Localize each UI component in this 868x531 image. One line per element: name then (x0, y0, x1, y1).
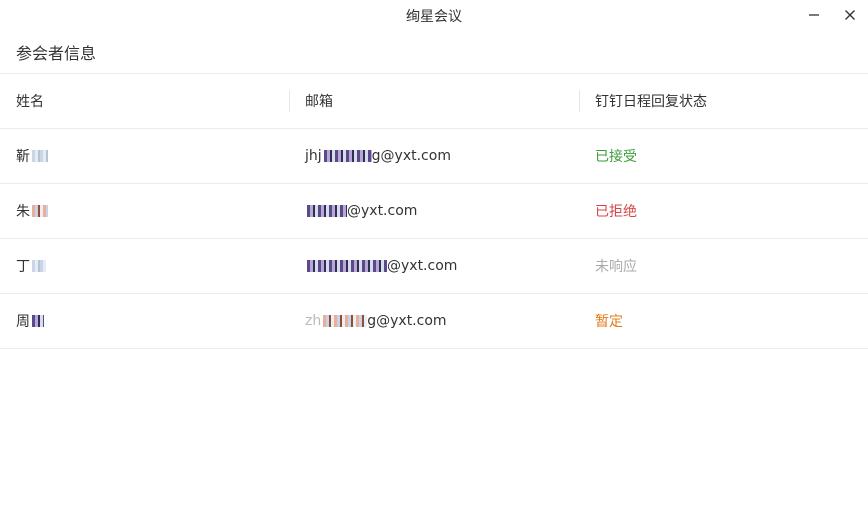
table-header: 姓名 邮箱 钉钉日程回复状态 (0, 73, 868, 129)
rsvp-status: 已接受 (595, 149, 637, 165)
rsvp-status: 暂定 (595, 314, 623, 330)
close-icon (844, 6, 856, 25)
rsvp-status: 未响应 (595, 259, 637, 275)
participant-email: @yxt.com (305, 184, 575, 238)
participant-email: jhj g@yxt.com (305, 148, 451, 164)
participants-table: 姓名 邮箱 钉钉日程回复状态 靳 jhj g@yxt.com 已接受 朱 @yxt… (0, 73, 868, 349)
participant-name: 丁 (16, 239, 286, 293)
section-title: 参会者信息 (16, 44, 97, 63)
minimize-icon (808, 6, 820, 25)
minimize-button[interactable] (803, 4, 825, 26)
column-separator (289, 90, 290, 112)
table-row[interactable]: 朱 @yxt.com 已拒绝 (0, 184, 868, 239)
redacted-text (323, 150, 372, 162)
column-header-status[interactable]: 钉钉日程回复状态 (595, 73, 855, 128)
table-row[interactable]: 丁 @yxt.com 未响应 (0, 239, 868, 294)
column-separator (579, 90, 580, 112)
participant-name: 周 (16, 294, 286, 348)
participant-email: @yxt.com (305, 239, 575, 293)
participant-name: 靳 (16, 129, 286, 183)
participant-email: zh g@yxt.com (305, 313, 447, 329)
redacted-text (32, 205, 48, 217)
participant-name: 朱 (16, 184, 286, 238)
table-row[interactable]: 周 zh g@yxt.com 暂定 (0, 294, 868, 349)
column-header-email[interactable]: 邮箱 (305, 73, 575, 128)
table-row[interactable]: 靳 jhj g@yxt.com 已接受 (0, 129, 868, 184)
rsvp-status: 已拒绝 (595, 204, 637, 220)
redacted-text (307, 205, 347, 217)
redacted-text (307, 260, 387, 272)
column-header-name[interactable]: 姓名 (16, 73, 286, 128)
redacted-text (323, 315, 368, 327)
close-button[interactable] (839, 4, 861, 26)
redacted-text (32, 150, 48, 162)
redacted-text (32, 315, 44, 327)
redacted-text (32, 260, 46, 272)
window-title: 绚星会议 (406, 9, 462, 25)
title-bar: 绚星会议 (0, 0, 868, 30)
